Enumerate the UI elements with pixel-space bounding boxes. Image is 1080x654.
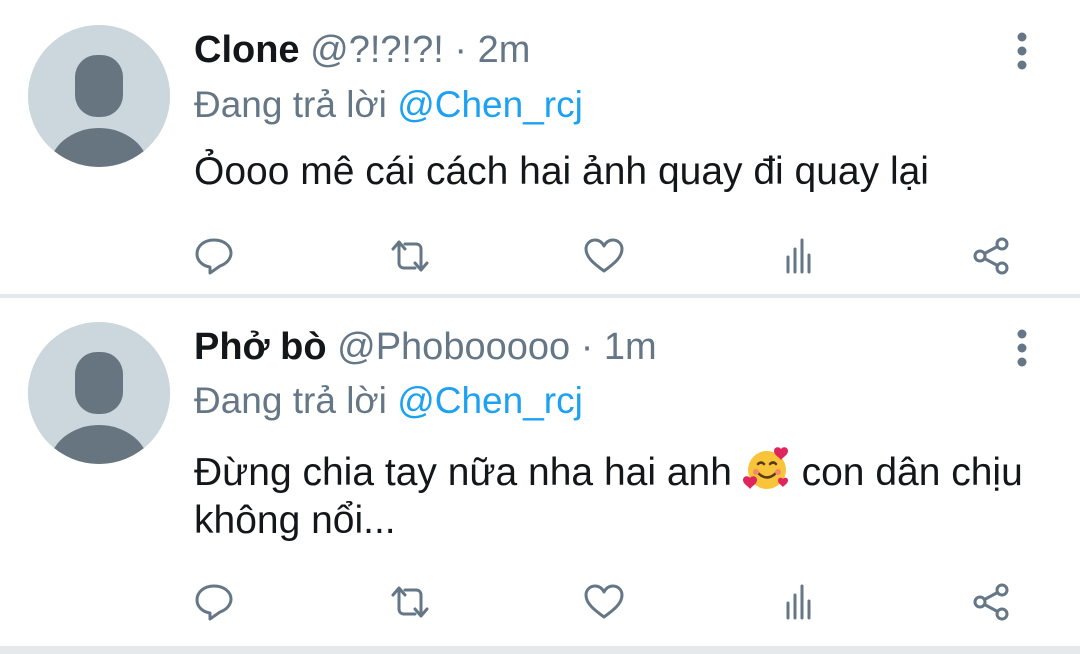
- analytics-icon: [786, 238, 811, 274]
- like-icon: [584, 584, 624, 619]
- timestamp[interactable]: 2m: [478, 29, 531, 71]
- share-icon: [973, 583, 1009, 621]
- user-handle[interactable]: @Phobooooo: [337, 326, 570, 368]
- retweet-button[interactable]: [386, 233, 434, 279]
- avatar[interactable]: [28, 25, 170, 167]
- default-avatar-icon: [28, 322, 170, 464]
- replying-to: Đang trả lời @Chen_rcj: [194, 376, 583, 426]
- tweet-header: Clone @?!?!?! · 2m: [194, 25, 530, 75]
- replying-to-mention[interactable]: @Chen_rcj: [397, 380, 583, 421]
- timestamp[interactable]: 1m: [604, 326, 657, 368]
- display-name[interactable]: Phở bò: [194, 326, 327, 368]
- tweet-actions: [190, 233, 1020, 279]
- smiling-face-with-hearts-emoji: [742, 447, 788, 489]
- reply-icon: [195, 584, 233, 621]
- tweet[interactable]: Clone @?!?!?! · 2m Đang trả lời @Chen_rc…: [0, 0, 1080, 298]
- avatar[interactable]: [28, 322, 170, 464]
- tweet-text-part: Đừng chia tay nữa nha hai anh: [194, 451, 732, 494]
- tweet-actions: [190, 579, 1020, 625]
- separator-dot: ·: [454, 29, 467, 71]
- tweet-header: Phở bò @Phobooooo · 1m: [194, 322, 657, 372]
- retweet-icon: [391, 586, 429, 618]
- share-button[interactable]: [968, 233, 1016, 279]
- bottom-divider: [0, 646, 1080, 654]
- replying-to-label: Đang trả lời: [194, 380, 387, 421]
- analytics-icon: [786, 584, 811, 620]
- share-icon: [973, 237, 1009, 275]
- default-avatar-icon: [28, 25, 170, 167]
- separator-dot: ·: [580, 326, 594, 368]
- more-icon: [1017, 329, 1027, 367]
- more-options-button[interactable]: [1002, 328, 1042, 368]
- like-button[interactable]: [580, 579, 628, 625]
- reply-icon: [195, 238, 233, 275]
- retweet-button[interactable]: [386, 579, 434, 625]
- reply-button[interactable]: [190, 233, 238, 279]
- user-handle[interactable]: @?!?!?!: [310, 29, 444, 71]
- like-button[interactable]: [580, 233, 628, 279]
- replying-to-mention[interactable]: @Chen_rcj: [397, 84, 583, 125]
- analytics-button[interactable]: [774, 579, 822, 625]
- tweet[interactable]: Phở bò @Phobooooo · 1m Đang trả lời @Che…: [0, 298, 1080, 654]
- like-icon: [584, 238, 624, 273]
- replying-to-label: Đang trả lời: [194, 84, 387, 125]
- reply-button[interactable]: [190, 579, 238, 625]
- display-name[interactable]: Clone: [194, 29, 300, 71]
- tweet-text: Đừng chia tay nữa nha hai anh con dân ch…: [194, 445, 1054, 545]
- analytics-button[interactable]: [774, 233, 822, 279]
- tweet-text: Ỏooo mê cái cách hai ảnh quay đi quay lạ…: [194, 150, 929, 193]
- replying-to: Đang trả lời @Chen_rcj: [194, 80, 583, 130]
- share-button[interactable]: [968, 579, 1016, 625]
- retweet-icon: [391, 240, 429, 272]
- more-options-button[interactable]: [1002, 31, 1042, 71]
- more-icon: [1017, 32, 1027, 70]
